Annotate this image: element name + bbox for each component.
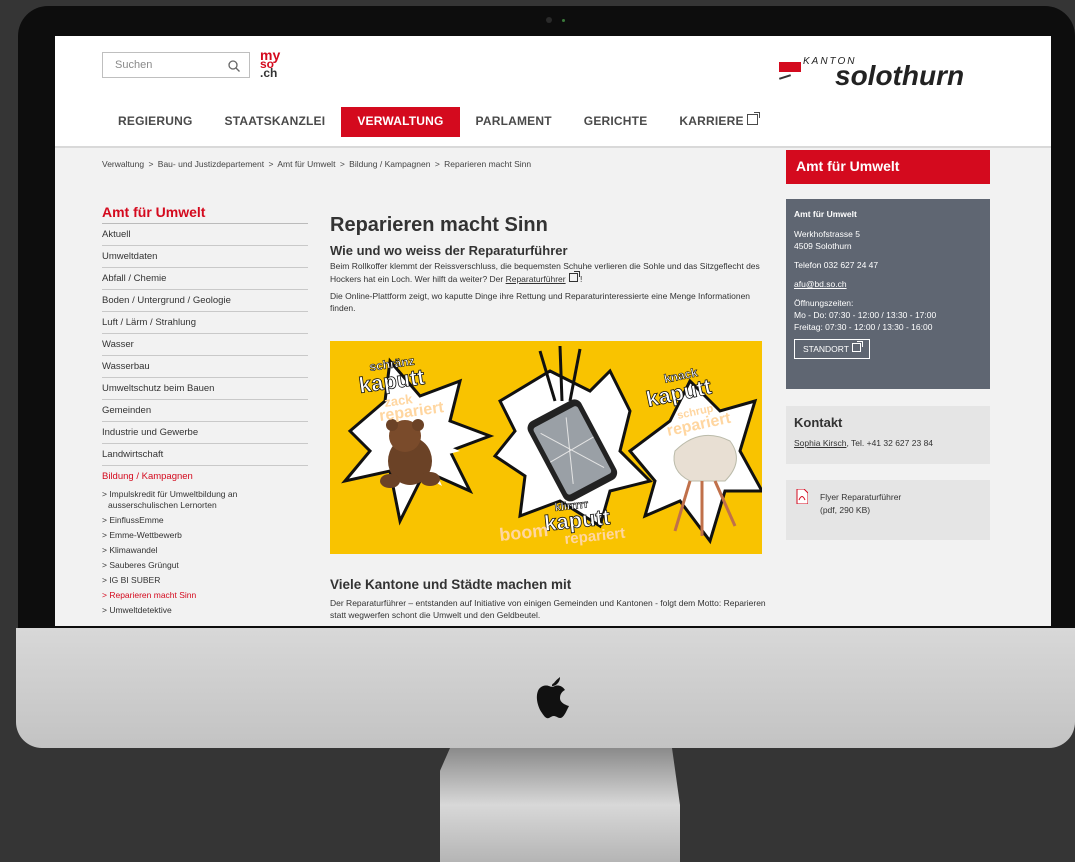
external-link-icon	[568, 270, 580, 282]
sidebar-item[interactable]: Aktuell	[102, 224, 308, 246]
myso-logo-line3: .ch	[260, 66, 278, 80]
paragraph: Die Online-Plattform zeigt, wo kaputte D…	[330, 291, 751, 313]
sidebar-subitem[interactable]: > Umweltdetektive	[102, 603, 308, 618]
page-title: Reparieren macht Sinn	[330, 214, 548, 236]
sidebar-item[interactable]: Boden / Untergrund / Geologie	[102, 290, 308, 312]
search-input[interactable]: Suchen	[102, 52, 250, 78]
site-header: Suchen my so .ch KANTON solothurn REGIER…	[55, 36, 1051, 148]
nav-staatskanzlei[interactable]: STAATSKANZLEI	[208, 107, 341, 137]
main-content: Reparieren macht Sinn Wie und wo weiss d…	[330, 214, 765, 320]
nav-gerichte[interactable]: GERICHTE	[568, 107, 664, 137]
paragraph-2: Der Reparaturführer – entstanden auf Ini…	[330, 598, 766, 620]
breadcrumb-separator: >	[339, 159, 345, 169]
nav-parlament[interactable]: PARLAMENT	[460, 107, 568, 137]
reparaturfuehrer-link[interactable]: Reparaturführer	[506, 274, 566, 284]
sidebar-item[interactable]: Gemeinden	[102, 400, 308, 422]
nav-divider	[55, 146, 1051, 148]
apple-logo-icon	[536, 677, 569, 719]
kontakt-line: Sophia Kirsch, Tel. +41 32 627 23 84	[794, 438, 933, 448]
flyer-label: Flyer Reparaturführer (pdf, 290 KB)	[820, 491, 901, 517]
contact-info-box: Amt für Umwelt Werkhofstrasse 5 4509 Solo…	[786, 199, 990, 389]
sidebar-item[interactable]: Abfall / Chemie	[102, 268, 308, 290]
sidebar-subitem[interactable]: > IG BI SUBER	[102, 573, 308, 588]
breadcrumb-separator: >	[148, 159, 154, 169]
section-heading-2: Viele Kantone und Städte machen mit	[330, 577, 572, 592]
sidebar-item[interactable]: Wasser	[102, 334, 308, 356]
sidebar-item[interactable]: Umweltschutz beim Bauen	[102, 378, 308, 400]
hero-illustration: schränz kaputt zack repariert knack kapu…	[341, 345, 762, 548]
breadcrumb-item[interactable]: Bildung / Kampagnen	[349, 159, 430, 169]
info-title: Amt für Umwelt	[794, 209, 857, 219]
sidebar-item-active[interactable]: Bildung / Kampagnen	[102, 466, 308, 487]
address: Werkhofstrasse 5 4509 Solothurn	[794, 228, 982, 252]
right-column-header: Amt für Umwelt	[786, 150, 990, 184]
external-link-icon	[746, 112, 760, 125]
search-icon[interactable]	[227, 59, 241, 73]
sidebar-item[interactable]: Wasserbau	[102, 356, 308, 378]
logo-solothurn-text: solothurn	[835, 60, 965, 91]
nav-karriere[interactable]: KARRIERE	[663, 107, 773, 137]
breadcrumb-item[interactable]: Bau- und Justizdepartement	[158, 159, 264, 169]
breadcrumb-current: Reparieren macht Sinn	[444, 159, 532, 169]
monitor-stand	[440, 748, 680, 862]
phone: Telefon 032 627 24 47	[794, 260, 879, 270]
sidebar-subitem[interactable]: > Impulskredit für Umweltbildung an	[102, 487, 308, 500]
sidebar-subitem[interactable]: > EinflussEmme	[102, 513, 308, 528]
logo-flag-icon	[779, 62, 801, 72]
hero-image: schränz kaputt zack repariert knack kapu…	[330, 341, 762, 554]
kontakt-box: Kontakt Sophia Kirsch, Tel. +41 32 627 2…	[786, 406, 990, 464]
sidebar-subitem[interactable]: > Emme-Wettbewerb	[102, 528, 308, 543]
pdf-icon	[796, 489, 808, 504]
intro-paragraph: Beim Rollkoffer klemmt der Reissverschlu…	[330, 261, 765, 285]
section-heading: Wie und wo weiss der Reparaturführer	[330, 243, 568, 258]
kanton-solothurn-logo[interactable]: KANTON solothurn	[778, 56, 989, 91]
email-link[interactable]: afu@bd.so.ch	[794, 278, 982, 290]
browser-screen: Suchen my so .ch KANTON solothurn REGIER…	[55, 36, 1051, 626]
breadcrumb-separator: >	[434, 159, 440, 169]
kontakt-title: Kontakt	[794, 415, 843, 430]
standort-label: STANDORT	[803, 344, 849, 354]
sidebar-item[interactable]: Umweltdaten	[102, 246, 308, 268]
standort-button[interactable]: STANDORT	[794, 339, 870, 359]
sidebar-item[interactable]: Luft / Lärm / Strahlung	[102, 312, 308, 334]
address-street: Werkhofstrasse 5	[794, 229, 860, 239]
hours-label: Öffnungszeiten:	[794, 298, 854, 308]
breadcrumb: Verwaltung > Bau- und Justizdepartement …	[102, 159, 533, 169]
sidebar-item[interactable]: Landwirtschaft	[102, 444, 308, 466]
breadcrumb-separator: >	[268, 159, 274, 169]
address-city: 4509 Solothurn	[794, 241, 852, 251]
flyer-title: Flyer Reparaturführer	[820, 492, 902, 502]
opening-hours: Öffnungszeiten: Mo - Do: 07:30 - 12:00 / …	[794, 297, 982, 333]
sidebar-item[interactable]: Industrie und Gewerbe	[102, 422, 308, 444]
sidebar-title[interactable]: Amt für Umwelt	[102, 204, 308, 224]
sidebar: Amt für Umwelt Aktuell Umweltdaten Abfal…	[102, 204, 308, 618]
hours-weekdays: Mo - Do: 07:30 - 12:00 / 13:30 - 17:00	[794, 310, 937, 320]
logo-flag-line	[778, 74, 792, 80]
camera-icon	[546, 17, 552, 23]
breadcrumb-item[interactable]: Verwaltung	[102, 159, 144, 169]
breadcrumb-item[interactable]: Amt für Umwelt	[277, 159, 335, 169]
main-nav: REGIERUNG STAATSKANZLEI VERWALTUNG PARLA…	[102, 107, 774, 137]
camera-led	[562, 19, 565, 22]
nav-verwaltung[interactable]: VERWALTUNG	[341, 107, 460, 137]
sidebar-subitem[interactable]: ausserschulischen Lernorten	[102, 500, 308, 513]
kontakt-tel: , Tel. +41 32 627 23 84	[846, 438, 934, 448]
external-link-icon	[851, 341, 863, 352]
sidebar-subitem[interactable]: > Sauberes Grüngut	[102, 558, 308, 573]
myso-logo[interactable]: my so .ch	[260, 48, 280, 80]
nav-karriere-label: KARRIERE	[679, 114, 744, 128]
nav-regierung[interactable]: REGIERUNG	[102, 107, 208, 137]
kontakt-name-link[interactable]: Sophia Kirsch	[794, 438, 846, 448]
sidebar-subitem[interactable]: > Klimawandel	[102, 543, 308, 558]
sidebar-subitem-active[interactable]: > Reparieren macht Sinn	[102, 588, 308, 603]
hero-word: boom	[498, 520, 549, 545]
hours-friday: Freitag: 07:30 - 12:00 / 13:30 - 16:00	[794, 322, 933, 332]
flyer-download[interactable]: Flyer Reparaturführer (pdf, 290 KB)	[786, 480, 990, 540]
search-placeholder: Suchen	[115, 59, 153, 71]
flyer-meta: (pdf, 290 KB)	[820, 505, 871, 515]
